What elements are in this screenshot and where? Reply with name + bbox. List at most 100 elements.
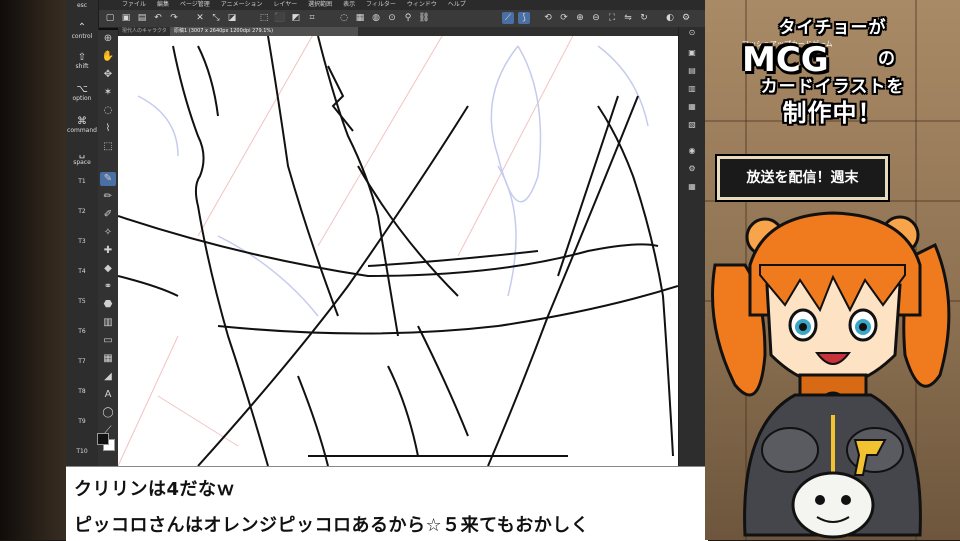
color-icon[interactable]: ◐ (664, 12, 676, 24)
invert-icon[interactable]: ◩ (290, 12, 302, 24)
redo-icon[interactable]: ↷ (168, 12, 180, 24)
command-key[interactable]: ⌘ command (66, 116, 98, 134)
auto-action-icon[interactable]: ▧ (686, 119, 698, 131)
save-icon[interactable]: ▤ (136, 12, 148, 24)
stream-overlay: タイチョーが マッシュアップカードゲーム MCG の カードイラストを 制作中！… (705, 0, 960, 540)
shortcut-t4[interactable]: T4 (66, 268, 98, 275)
grid-icon[interactable]: ▦ (354, 12, 366, 24)
tab-reference[interactable]: 現代人のキャラクター... (118, 27, 174, 43)
color-set-icon[interactable]: ⚙ (686, 163, 698, 175)
move-tool-icon[interactable]: ✥ (100, 68, 116, 82)
menu-item-filter[interactable]: フィルター (366, 1, 396, 8)
wall-line (705, 200, 960, 202)
clear-icon[interactable]: ✕ (194, 12, 206, 24)
shortcut-t8[interactable]: T8 (66, 388, 98, 395)
menu-item-help[interactable]: ヘルプ (448, 1, 466, 8)
space-icon: ␣ (78, 148, 86, 159)
fill-tool-icon[interactable]: ⬣ (100, 298, 116, 312)
shortcut-t9[interactable]: T9 (66, 418, 98, 425)
esc-key[interactable]: esc (66, 2, 98, 9)
settings-icon[interactable]: ⚙ (680, 12, 692, 24)
flip-icon[interactable]: ⇋ (622, 12, 634, 24)
menu-item-window[interactable]: ウィンドウ (407, 1, 437, 8)
text-tool-icon[interactable]: A (100, 388, 116, 402)
curve-icon[interactable]: ⟆ (518, 12, 530, 24)
fit-icon[interactable]: ⛶ (606, 12, 618, 24)
gradient-icon[interactable]: ▥ (100, 316, 116, 330)
menu-item-selection[interactable]: 選択範囲 (308, 1, 332, 8)
lasso-tool-icon[interactable]: ◌ (100, 104, 116, 118)
snap-icon[interactable]: ⊙ (386, 12, 398, 24)
link-icon[interactable]: ⛓ (418, 12, 430, 24)
space-key[interactable]: ␣ space (66, 148, 98, 166)
new-file-icon[interactable]: ▢ (104, 12, 116, 24)
menu-item-animation[interactable]: アニメーション (221, 1, 263, 8)
select-all-icon[interactable]: ⬚ (258, 12, 270, 24)
history-icon[interactable]: ▦ (686, 101, 698, 113)
menu-item-layer[interactable]: レイヤー (273, 1, 297, 8)
eyedropper-icon[interactable]: ⌇ (100, 122, 116, 136)
hand-tool-icon[interactable]: ✋ (100, 50, 116, 64)
shortcut-t10[interactable]: T10 (66, 448, 98, 455)
zoom-out-icon[interactable]: ⊖ (590, 12, 602, 24)
command-icon: ⌘ (77, 116, 87, 127)
option-key[interactable]: ⌥ option (66, 84, 98, 102)
command-toolbar: ▢ ▣ ▤ ↶ ↷ ✕ ⤡ ◪ ⬚ ⬛ ◩ ⌗ ◌ ▦ ◍ ⊙ ⚲ ⛓ ⟋ ⟆ … (98, 10, 705, 28)
title-line-4: 制作中！ (782, 99, 883, 127)
control-key[interactable]: ⌃ control (66, 22, 98, 40)
blend-icon[interactable]: ⚭ (100, 280, 116, 294)
magic-wand-icon[interactable]: ✶ (100, 86, 116, 100)
deselect-icon[interactable]: ⬛ (274, 12, 286, 24)
shortcut-t5[interactable]: T5 (66, 298, 98, 305)
tab-current-canvas[interactable]: 原稿1 (3007 x 2640px 1200dpi 279.1%) (170, 27, 358, 36)
document-tabbar: 現代人のキャラクター... 原稿1 (3007 x 2640px 1200dpi… (118, 27, 678, 43)
shortcut-t6[interactable]: T6 (66, 328, 98, 335)
figure-icon[interactable]: ▭ (100, 334, 116, 348)
ruler-tool-icon[interactable]: ◢ (100, 370, 116, 384)
balloon-icon[interactable]: ◯ (100, 406, 116, 420)
menu-item-edit[interactable]: 編集 (157, 1, 169, 8)
open-icon[interactable]: ▣ (120, 12, 132, 24)
drawing-canvas[interactable] (118, 36, 678, 466)
airbrush-icon[interactable]: ✧ (100, 226, 116, 240)
shortcut-t3[interactable]: T3 (66, 238, 98, 245)
option-icon: ⌥ (76, 84, 88, 95)
subview-icon[interactable]: ▥ (686, 83, 698, 95)
eraser-icon[interactable]: ◆ (100, 262, 116, 276)
crop-icon[interactable]: ⌗ (306, 12, 318, 24)
pen-tool-icon[interactable]: ✎ (100, 172, 116, 186)
monitor-bezel (0, 0, 68, 540)
material-icon[interactable]: ▣ (686, 47, 698, 59)
foreground-color-swatch[interactable] (97, 433, 109, 445)
brush-tool-icon[interactable]: ✐ (100, 208, 116, 222)
layer-icon[interactable]: ▤ (686, 65, 698, 77)
shortcut-t7[interactable]: T7 (66, 358, 98, 365)
shortcut-t2[interactable]: T2 (66, 208, 98, 215)
lasso-icon[interactable]: ◌ (338, 12, 350, 24)
ruler-icon[interactable]: ◍ (370, 12, 382, 24)
stabilize-icon[interactable]: ⟋ (502, 12, 514, 24)
frame-icon[interactable]: ▦ (100, 352, 116, 366)
rotate-right-icon[interactable]: ⟳ (558, 12, 570, 24)
comment-line-2: ピッコロさんはオレンジピッコロあるから☆５来てもおかしく (74, 515, 590, 536)
undo-icon[interactable]: ↶ (152, 12, 164, 24)
zoom-tool-icon[interactable]: ⊕ (100, 32, 116, 46)
pixel-character-avatar (711, 211, 951, 539)
navigator-icon[interactable]: ⊙ (686, 27, 698, 39)
intermediate-color-icon[interactable]: ▦ (686, 181, 698, 193)
rotate-canvas-icon[interactable]: ↻ (638, 12, 650, 24)
menu-item-file[interactable]: ファイル (122, 1, 146, 8)
rotate-left-icon[interactable]: ⟲ (542, 12, 554, 24)
anchor-icon[interactable]: ⚲ (402, 12, 414, 24)
decoration-icon[interactable]: ✚ (100, 244, 116, 258)
rect-select-icon[interactable]: ⬚ (100, 140, 116, 154)
pencil-tool-icon[interactable]: ✏ (100, 190, 116, 204)
menu-item-page[interactable]: ページ管理 (180, 1, 210, 8)
zoom-in-icon[interactable]: ⊕ (574, 12, 586, 24)
menu-item-view[interactable]: 表示 (343, 1, 355, 8)
fill-icon[interactable]: ◪ (226, 12, 238, 24)
shortcut-t1[interactable]: T1 (66, 178, 98, 185)
color-wheel-icon[interactable]: ◉ (686, 145, 698, 157)
transform-icon[interactable]: ⤡ (210, 12, 222, 24)
shift-key[interactable]: ⇧ shift (66, 52, 98, 70)
